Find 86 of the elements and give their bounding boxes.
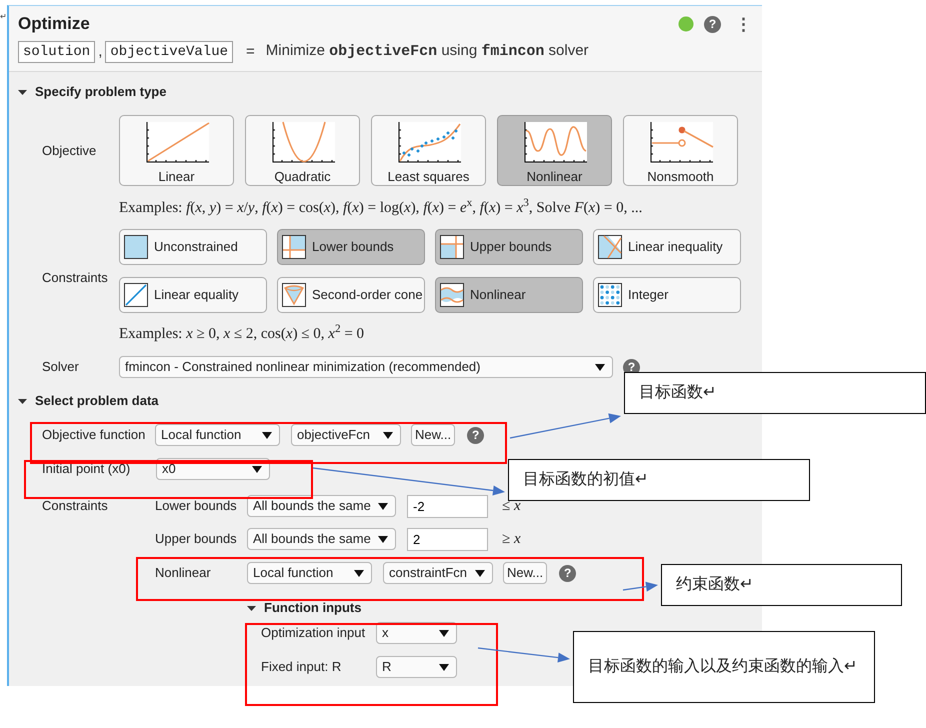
separator-text: , <box>98 42 102 62</box>
dropdown[interactable]: constraintFcn <box>383 562 493 584</box>
solver-dropdown[interactable]: fmincon - Constrained nonlinear minimization (recommended) <box>119 356 613 378</box>
constraint-icon <box>440 283 464 307</box>
constraint-icon <box>282 235 306 259</box>
field-label: Constraints <box>41 497 109 516</box>
status-dot-icon <box>678 16 694 32</box>
caret-icon <box>595 362 605 372</box>
examples-text: Examples: f(x, y) = x/y, f(x) = cos(x), f(x) = log(x), f(x) = e$^{x}$, f(x) = x$^{3}$, Solve F(x) = 0, ... <box>119 197 644 218</box>
expand-caret-icon[interactable] <box>247 604 256 612</box>
dropdown[interactable]: All bounds the same <box>247 495 396 517</box>
constraint-type-button[interactable]: Unconstrained <box>119 229 267 265</box>
field-label: Constraints <box>41 269 109 288</box>
field-label: Objective function <box>41 426 146 444</box>
field-label: Fixed input: R <box>261 658 342 676</box>
field-label: Optimization input <box>261 624 366 642</box>
examples-text: Examples: x ≥ 0, x ≤ 2, cos(x) ≤ 0, x$^{2}$ = 0 <box>119 323 366 344</box>
constraint-icon <box>124 235 148 259</box>
chart-icon <box>270 121 336 163</box>
chart-icon <box>648 121 714 163</box>
section-header[interactable]: Function inputs <box>264 598 362 618</box>
expand-caret-icon[interactable] <box>18 88 27 96</box>
field-label: Upper bounds <box>155 530 238 548</box>
objective-type-button[interactable]: Nonsmooth <box>623 115 738 186</box>
constraint-icon <box>124 283 148 307</box>
callout-box: 目标函数的输入以及约束函数的输入↵ <box>573 631 875 703</box>
constraint-icon <box>598 283 622 307</box>
section-header[interactable]: Select problem data <box>35 391 159 411</box>
equals-sign: = <box>246 42 255 62</box>
dropdown[interactable]: R <box>376 656 457 678</box>
relation-text: ≥ x <box>502 530 521 549</box>
objective-type-button[interactable]: Quadratic <box>245 115 360 186</box>
dropdown[interactable]: objectiveFcn <box>291 424 401 446</box>
caret-icon <box>439 662 449 672</box>
paragraph-mark: ↵ <box>0 13 7 21</box>
panel-title: Optimize <box>18 13 90 35</box>
output-variable-field[interactable]: objectiveValue <box>105 40 234 63</box>
dropdown[interactable]: x <box>376 622 457 644</box>
help-icon[interactable]: ? <box>559 564 576 582</box>
constraint-icon <box>598 235 622 259</box>
caret-icon <box>262 430 272 440</box>
objective-type-button[interactable]: Nonlinear <box>497 115 612 186</box>
section-header[interactable]: Specify problem type <box>35 82 166 102</box>
field-label: Objective <box>41 142 98 160</box>
caret-icon <box>378 502 388 510</box>
output-variable-field[interactable]: solution <box>18 40 96 63</box>
caret-icon <box>475 568 485 578</box>
caret-icon <box>378 534 388 544</box>
constraint-type-button[interactable]: Linear equality <box>119 277 267 313</box>
callout-box: 目标函数↵ <box>624 372 926 414</box>
dropdown[interactable]: All bounds the same <box>247 528 396 550</box>
dropdown[interactable]: Local function <box>155 424 280 446</box>
chart-icon <box>522 121 588 163</box>
constraint-icon <box>282 283 306 307</box>
field-label: Lower bounds <box>155 497 238 516</box>
number-field[interactable]: -2 <box>407 494 488 518</box>
field-label: Nonlinear <box>155 564 212 582</box>
constraint-type-button[interactable]: Second-order cone <box>277 277 425 313</box>
chart-icon <box>396 121 462 163</box>
constraint-type-button[interactable]: Upper bounds <box>435 229 583 265</box>
number-field[interactable]: 2 <box>407 528 488 550</box>
dropdown[interactable]: Local function <box>247 562 372 584</box>
constraint-type-button[interactable]: Nonlinear <box>435 277 583 313</box>
expand-caret-icon[interactable] <box>18 396 27 406</box>
field-label: Solver <box>41 358 80 376</box>
constraint-type-button[interactable]: Lower bounds <box>277 229 425 265</box>
objective-type-button[interactable]: Linear <box>119 115 234 186</box>
caret-icon <box>439 628 449 638</box>
new-button[interactable]: New... <box>411 424 456 446</box>
objective-type-button[interactable]: Least squares <box>371 115 486 186</box>
caret-icon <box>383 430 393 440</box>
more-options-icon[interactable]: ⋮ <box>735 16 752 32</box>
help-icon[interactable]: ? <box>704 16 721 32</box>
callout-box: 约束函数↵ <box>661 564 902 606</box>
help-icon[interactable]: ? <box>467 426 484 444</box>
caret-icon <box>354 568 364 578</box>
task-description: Minimize objectiveFcn using fmincon solver <box>266 41 589 62</box>
constraint-type-button[interactable]: Integer <box>593 277 741 313</box>
field-label: Initial point (x0) <box>41 460 132 478</box>
constraint-type-button[interactable]: Linear inequality <box>593 229 741 265</box>
arrow <box>622 582 658 592</box>
chart-icon <box>144 121 210 163</box>
constraint-icon <box>440 235 464 259</box>
callout-box: 目标函数的初值↵ <box>508 459 810 501</box>
new-button[interactable]: New... <box>503 562 548 584</box>
caret-icon <box>252 464 262 474</box>
